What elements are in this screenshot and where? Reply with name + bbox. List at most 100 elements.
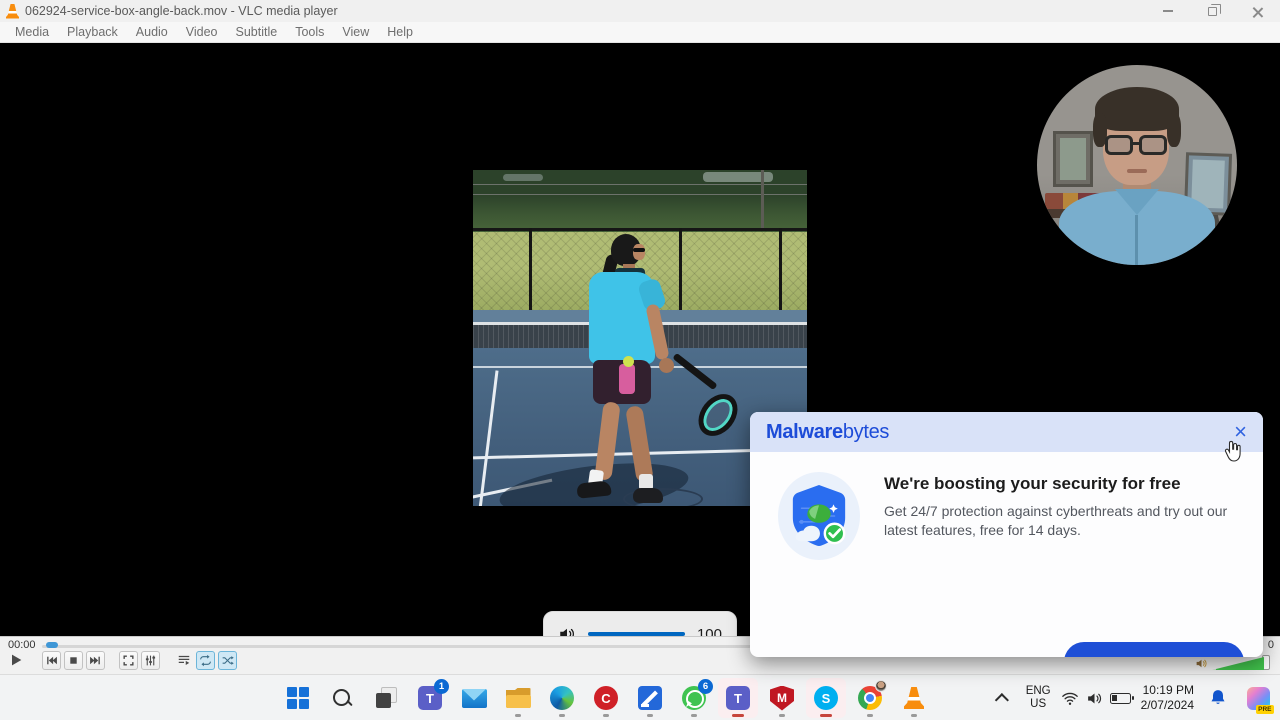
speaker-icon bbox=[560, 628, 574, 636]
tray-speaker-icon bbox=[1087, 693, 1101, 703]
equalizer-icon bbox=[145, 655, 156, 665]
vlc-speaker-icon bbox=[1196, 659, 1207, 668]
fullscreen-icon bbox=[123, 654, 134, 666]
shuffle-icon bbox=[222, 655, 234, 665]
get-started-button[interactable]: Get started bbox=[1064, 642, 1244, 657]
webcam-overlay bbox=[1037, 65, 1237, 265]
close-button[interactable] bbox=[1235, 0, 1280, 22]
start-button[interactable] bbox=[278, 678, 318, 718]
menu-tools[interactable]: Tools bbox=[286, 25, 333, 39]
battery-icon bbox=[1109, 692, 1134, 704]
search-button[interactable] bbox=[322, 678, 362, 718]
minimize-button[interactable] bbox=[1145, 0, 1190, 22]
popup-title: We're boosting your security for free bbox=[884, 474, 1181, 493]
popup-message: Get 24/7 protection against cyberthreats… bbox=[884, 503, 1228, 538]
minimize-icon bbox=[1162, 10, 1173, 12]
whatsapp-badge: 6 bbox=[698, 679, 713, 694]
chrome-profile-avatar bbox=[875, 680, 887, 692]
menu-help[interactable]: Help bbox=[378, 25, 422, 39]
next-button[interactable] bbox=[86, 650, 105, 670]
menu-audio[interactable]: Audio bbox=[127, 25, 177, 39]
tennis-ball bbox=[623, 356, 634, 367]
vlc-volume-control[interactable] bbox=[1195, 655, 1270, 670]
notification-center-button[interactable] bbox=[1204, 678, 1232, 718]
network-volume-battery-button[interactable] bbox=[1061, 690, 1134, 707]
clock[interactable]: 10:19 PM 2/07/2024 bbox=[1141, 683, 1194, 713]
system-tray: ENG US 10:19 PM 2/07/2024 PRE bbox=[992, 675, 1274, 720]
play-button[interactable] bbox=[4, 649, 28, 671]
stop-button[interactable] bbox=[64, 650, 83, 670]
close-icon bbox=[1252, 6, 1263, 17]
hidden-icons-button[interactable] bbox=[992, 678, 1016, 718]
utility-pole bbox=[761, 170, 764, 230]
eyeglasses bbox=[1139, 135, 1167, 155]
windows-volume-osd: 100 bbox=[543, 611, 737, 636]
whatsapp-button[interactable]: 6 bbox=[674, 678, 714, 718]
previous-icon bbox=[47, 656, 57, 664]
menu-playback[interactable]: Playback bbox=[58, 25, 127, 39]
skype-button[interactable]: S bbox=[806, 678, 846, 718]
fullscreen-button[interactable] bbox=[119, 650, 138, 670]
file-explorer-button[interactable] bbox=[498, 678, 538, 718]
vlc-volume-slider[interactable] bbox=[1212, 657, 1264, 670]
random-button[interactable] bbox=[218, 650, 237, 670]
scanner-icon bbox=[638, 686, 662, 710]
running-indicator bbox=[559, 714, 565, 717]
copilot-icon: PRE bbox=[1246, 686, 1274, 714]
running-indicator bbox=[867, 714, 873, 717]
next-icon bbox=[90, 656, 100, 664]
mcafee-button[interactable]: M bbox=[762, 678, 802, 718]
language-indicator[interactable]: ENG US bbox=[1026, 685, 1051, 711]
wifi-icon bbox=[1061, 692, 1078, 705]
chevron-up-icon bbox=[994, 693, 1009, 708]
playlist-button[interactable] bbox=[174, 651, 193, 670]
teams-icon: T bbox=[726, 686, 750, 710]
play-icon bbox=[12, 654, 22, 666]
edge-icon bbox=[550, 686, 574, 710]
menu-bar: Media Playback Audio Video Subtitle Tool… bbox=[0, 22, 1280, 43]
copilot-button[interactable]: PRE bbox=[1242, 678, 1274, 718]
scanner-app-button[interactable] bbox=[630, 678, 670, 718]
teams-chat-button[interactable]: T 1 bbox=[410, 678, 450, 718]
popup-header: Malwarebytes × bbox=[750, 412, 1263, 452]
search-icon bbox=[331, 687, 353, 709]
teams-chat-badge: 1 bbox=[434, 679, 449, 694]
extended-settings-button[interactable] bbox=[141, 650, 160, 670]
previous-button[interactable] bbox=[42, 650, 61, 670]
seek-handle[interactable] bbox=[46, 642, 58, 648]
restore-button[interactable] bbox=[1190, 0, 1235, 22]
running-indicator bbox=[779, 714, 785, 717]
loop-button[interactable] bbox=[196, 650, 215, 670]
vlc-window: 062924-service-box-angle-back.mov - VLC … bbox=[0, 0, 1280, 720]
vlc-button[interactable] bbox=[894, 678, 934, 718]
ccleaner-button[interactable]: C bbox=[586, 678, 626, 718]
sunglasses bbox=[633, 248, 645, 252]
vlc-cone-icon bbox=[6, 3, 19, 19]
teams-button[interactable]: T bbox=[718, 678, 758, 718]
mail-button[interactable] bbox=[454, 678, 494, 718]
running-indicator-active bbox=[820, 714, 832, 717]
running-indicator bbox=[691, 714, 697, 717]
file-explorer-icon bbox=[505, 688, 531, 708]
chrome-button[interactable] bbox=[850, 678, 890, 718]
tray-date: 2/07/2024 bbox=[1140, 698, 1194, 712]
menu-subtitle[interactable]: Subtitle bbox=[227, 25, 287, 39]
loop-icon bbox=[200, 654, 211, 666]
task-view-icon bbox=[374, 686, 398, 710]
eyeglasses bbox=[1105, 135, 1133, 155]
title-bar: 062924-service-box-angle-back.mov - VLC … bbox=[0, 0, 1280, 22]
playlist-icon bbox=[178, 655, 189, 665]
menu-media[interactable]: Media bbox=[6, 25, 58, 39]
task-view-button[interactable] bbox=[366, 678, 406, 718]
menu-video[interactable]: Video bbox=[177, 25, 227, 39]
running-indicator bbox=[911, 714, 917, 717]
tray-time: 10:19 PM bbox=[1142, 683, 1194, 697]
edge-button[interactable] bbox=[542, 678, 582, 718]
ccleaner-icon: C bbox=[594, 686, 618, 710]
volume-value: 100 bbox=[696, 625, 722, 637]
running-indicator bbox=[647, 714, 653, 717]
running-indicator bbox=[603, 714, 609, 717]
popup-body: We're boosting your security for free Ge… bbox=[750, 452, 1263, 657]
malwarebytes-logo: Malwarebytes bbox=[766, 420, 890, 443]
menu-view[interactable]: View bbox=[333, 25, 378, 39]
